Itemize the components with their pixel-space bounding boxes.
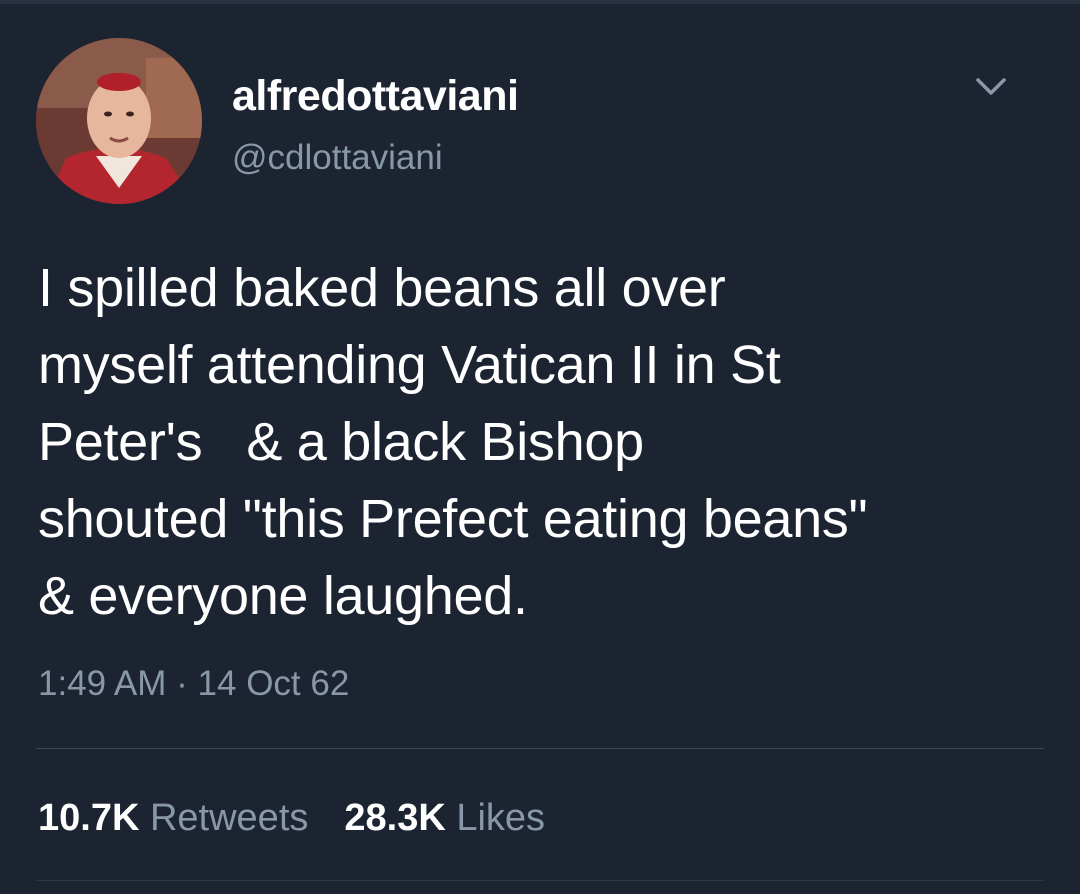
display-name[interactable]: alfredottaviani: [232, 70, 519, 122]
tweet-timestamp[interactable]: 1:49 AM · 14 Oct 62: [38, 660, 349, 708]
top-border: [0, 0, 1080, 4]
likes-count: 28.3K: [344, 797, 446, 839]
divider: [36, 748, 1044, 749]
avatar-portrait-image: [36, 38, 202, 204]
tweet-date: 14 Oct 62: [197, 664, 350, 703]
retweets-label: Retweets: [149, 797, 309, 839]
retweets-count: 10.7K: [38, 797, 140, 839]
timestamp-separator: ·: [176, 664, 188, 703]
likes-label: Likes: [456, 797, 546, 839]
engagement-stats: 10.7K Retweets 28.3K Likes: [38, 792, 545, 844]
likes-stat[interactable]: 28.3K Likes: [344, 797, 545, 839]
retweets-stat[interactable]: 10.7K Retweets: [38, 797, 308, 839]
chevron-down-icon[interactable]: [968, 68, 1014, 108]
bottom-divider: [36, 880, 1044, 881]
tweet-text: I spilled baked beans all over myself at…: [38, 258, 868, 626]
tweet-time: 1:49 AM: [38, 664, 167, 703]
user-handle[interactable]: @cdlottaviani: [232, 136, 443, 180]
avatar[interactable]: [36, 38, 202, 204]
